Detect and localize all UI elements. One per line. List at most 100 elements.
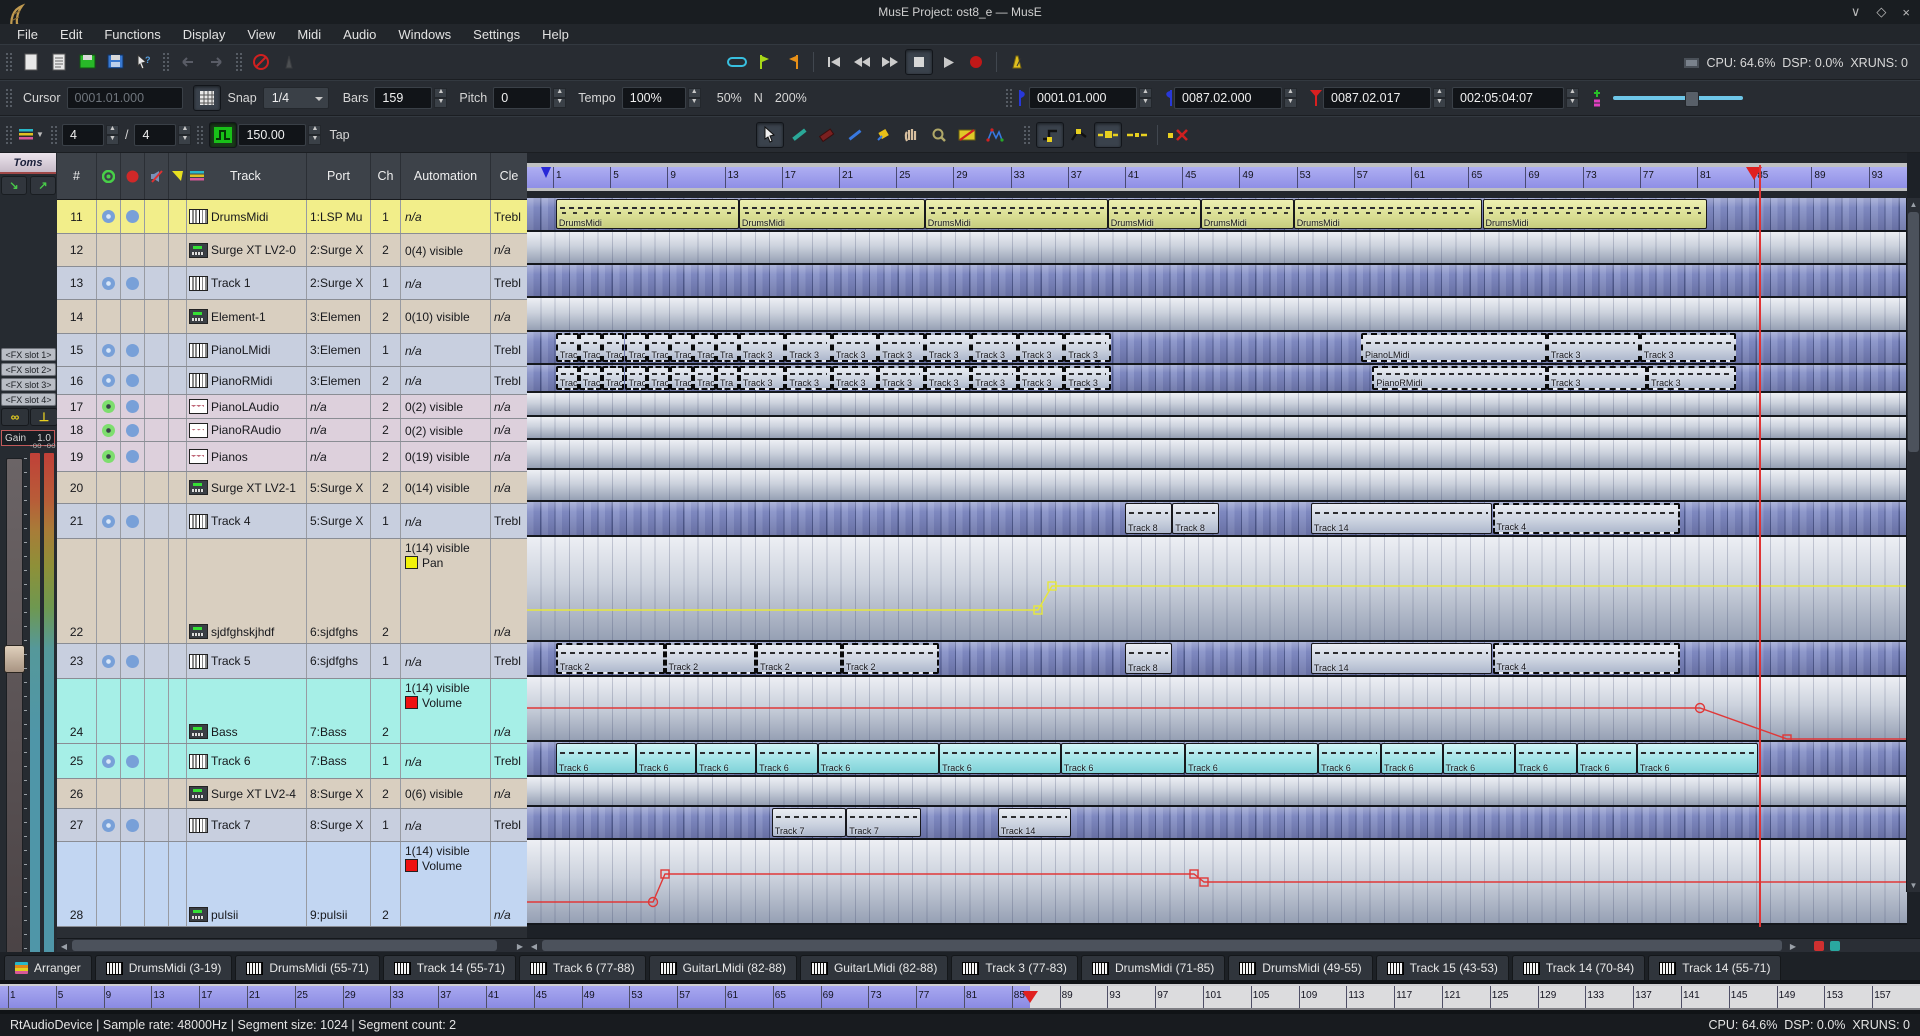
part[interactable]: Track 8 [1125, 503, 1173, 534]
track-flag-cell[interactable] [145, 679, 169, 743]
track-port[interactable]: 8:Surge X [307, 779, 371, 808]
scroll-left-icon[interactable]: ◀ [57, 939, 71, 952]
canvas-track-lane[interactable] [527, 840, 1907, 925]
track-name-cell[interactable]: PianoLAudio [187, 395, 307, 418]
cursor-position-field[interactable]: 0001.01.000 [66, 87, 183, 109]
part[interactable]: Trac [624, 333, 648, 362]
track-automation-cell[interactable]: n/a [401, 504, 491, 538]
save-song-button[interactable] [74, 50, 100, 74]
track-flag-cell[interactable] [169, 539, 187, 643]
volume-fader-handle[interactable] [4, 645, 25, 673]
toolbar-grip[interactable] [50, 124, 57, 145]
part[interactable]: Trac [578, 333, 602, 362]
pointer-tool-button[interactable] [756, 121, 784, 148]
redo-button[interactable] [203, 50, 229, 74]
track-row[interactable]: 23 Track 5 6:sjdfghs 1 n/a Trebl [57, 644, 527, 679]
track-flag-cell[interactable] [169, 267, 187, 299]
scroll-left-icon[interactable]: ◀ [527, 939, 541, 952]
bars-field[interactable]: 159 [374, 87, 433, 109]
track-clef[interactable]: Trebl [491, 267, 527, 299]
scroll-up-icon[interactable]: ▲ [1907, 198, 1920, 211]
part[interactable]: Track 3 [971, 366, 1018, 390]
monitor-icon[interactable] [126, 276, 139, 290]
draw-tool-button[interactable] [842, 123, 868, 147]
timecode-field[interactable]: 002:05:04:07 [1452, 87, 1564, 109]
metronome-settings-button[interactable] [276, 50, 302, 74]
output-routing-button[interactable]: ↗ [30, 176, 56, 195]
part[interactable]: Track 8 [1172, 503, 1220, 534]
bars-spinner[interactable]: ▲ ▼ [434, 88, 448, 108]
track-name-cell[interactable]: Pianos [187, 442, 307, 471]
part[interactable]: Track 3 [831, 333, 879, 362]
track-flag-cell[interactable] [97, 809, 121, 841]
arranger-canvas[interactable]: 1 5 9 13 17 21 25 29 33 37 41 45 49 53 57 61 65 69 73 77 81 8… [527, 153, 1920, 952]
part[interactable]: Tra [716, 366, 739, 390]
track-flag-cell[interactable] [121, 504, 145, 538]
header-port[interactable]: Port [307, 153, 371, 199]
canvas-track-lane[interactable]: Trac Trac Trac Trac Trac Trac Trac Tra Track 3 Tr… [527, 332, 1907, 365]
track-row[interactable]: 27 Track 7 8:Surge X 1 n/a Trebl [57, 809, 527, 842]
canvas-track-lane[interactable] [527, 393, 1907, 417]
track-flag-cell[interactable] [169, 442, 187, 471]
menu-item-settings[interactable]: Settings [464, 26, 529, 43]
toolbar-grip[interactable] [5, 88, 12, 108]
sig-num-spinner[interactable]: ▲ ▼ [106, 124, 119, 145]
track-flag-cell[interactable] [169, 419, 187, 441]
track-port[interactable]: 7:Bass [307, 744, 371, 778]
part[interactable]: Trac [624, 366, 648, 390]
track-flag-cell[interactable] [145, 504, 169, 538]
stop-button[interactable] [905, 49, 933, 75]
canvas-track-lane[interactable]: DrumsMidi DrumsMidi DrumsMidi DrumsMidi Drum… [527, 198, 1907, 232]
track-automation-cell[interactable]: n/a [401, 809, 491, 841]
canvas-track-lane[interactable] [527, 677, 1907, 742]
track-flag-cell[interactable] [97, 442, 121, 471]
undo-button[interactable] [175, 50, 201, 74]
track-flag-cell[interactable] [145, 779, 169, 808]
automation-hide-nodes-button[interactable] [1124, 123, 1150, 147]
track-channel[interactable]: 2 [371, 419, 401, 441]
track-channel[interactable]: 2 [371, 442, 401, 471]
track-clef[interactable]: Trebl [491, 200, 527, 233]
scroll-down-icon[interactable]: ▼ [1907, 879, 1920, 892]
track-flag-cell[interactable] [97, 472, 121, 503]
canvas-track-lane[interactable]: Trac Trac Trac Trac Trac Trac Trac Tra Track 3 Tr… [527, 365, 1907, 393]
monitor-icon[interactable] [126, 374, 139, 387]
track-port[interactable]: 3:Elemen [307, 367, 371, 394]
track-automation-cell[interactable]: 1(14) visible Volume [401, 842, 491, 926]
record-arm-icon[interactable] [102, 514, 115, 528]
part[interactable]: DrumsMidi [924, 199, 1108, 229]
part[interactable]: Track 6 [939, 743, 1061, 774]
time-signature-numerator-field[interactable]: 4 [62, 123, 104, 146]
track-flag-cell[interactable] [145, 367, 169, 394]
track-list-header[interactable]: # Track Port Ch Automation Cle [57, 153, 527, 200]
close-icon[interactable]: × [1902, 5, 1910, 20]
hzoom-slider[interactable] [1613, 91, 1743, 107]
track-clef[interactable]: Trebl [491, 644, 527, 678]
track-channel[interactable]: 1 [371, 644, 401, 678]
track-clef[interactable]: n/a [491, 679, 527, 743]
track-name-cell[interactable]: Surge XT LV2-0 [187, 234, 307, 266]
timecode-spinner[interactable]: ▲ ▼ [1566, 88, 1579, 108]
input-routing-button[interactable]: ↘ [1, 176, 27, 195]
track-clef[interactable]: n/a [491, 472, 527, 503]
toolbar-grip[interactable] [5, 124, 12, 145]
part[interactable]: Track 3 [738, 333, 786, 362]
automation-curve[interactable] [527, 537, 1907, 642]
canvas-hscrollbar[interactable]: ◀ ▶ [527, 938, 1920, 952]
track-port[interactable]: 5:Surge X [307, 504, 371, 538]
track-name-cell[interactable]: sjdfghskjhdf [187, 539, 307, 643]
part[interactable]: DrumsMidi [1200, 199, 1294, 229]
record-arm-icon[interactable] [102, 450, 115, 463]
track-flag-cell[interactable] [121, 267, 145, 299]
tempo-bpm-spinner[interactable]: ▲ ▼ [308, 124, 322, 145]
part[interactable]: Tra [716, 333, 739, 362]
monitor-icon[interactable] [126, 343, 139, 357]
part[interactable]: Track 3 [878, 366, 925, 390]
track-flag-cell[interactable] [121, 300, 145, 333]
part[interactable]: Track 6 [635, 743, 696, 774]
new-song-button[interactable] [18, 50, 44, 74]
toolbar-grip[interactable] [5, 52, 12, 72]
track-automation-cell[interactable]: 1(14) visible Pan [401, 539, 491, 643]
part[interactable]: Trac [693, 333, 716, 362]
track-flag-cell[interactable] [145, 842, 169, 926]
